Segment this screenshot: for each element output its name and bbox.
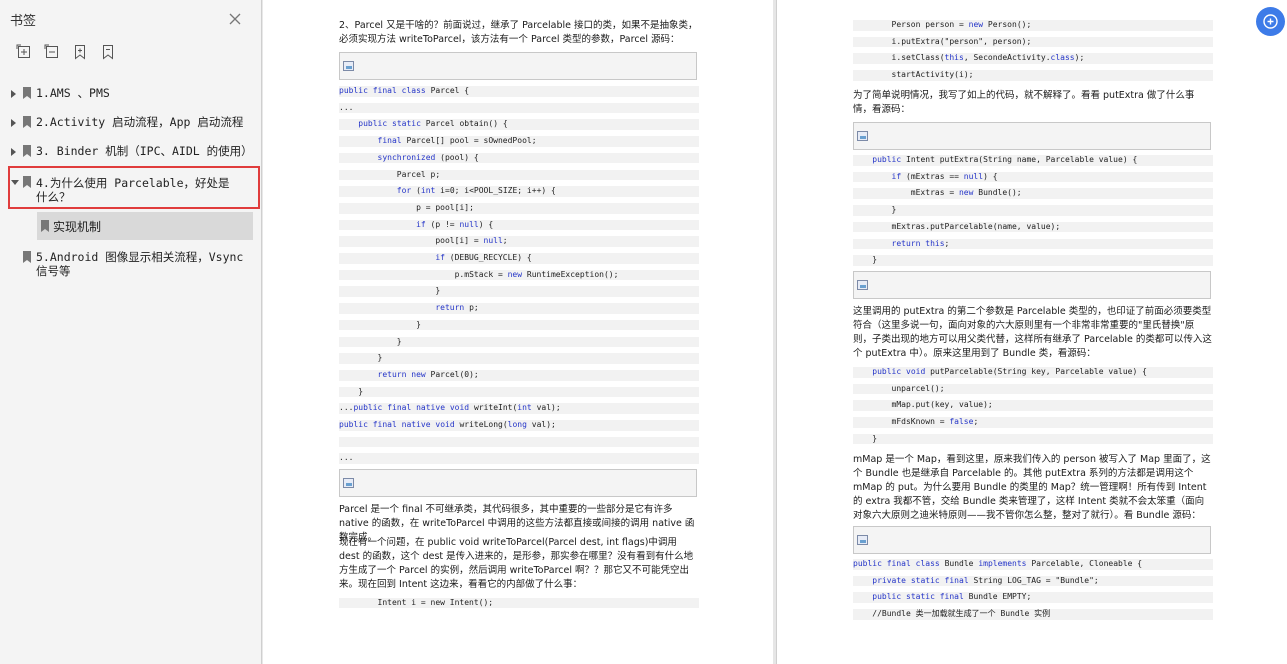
- code-line: mMap.put(key, value);: [853, 400, 1213, 412]
- image-icon: [343, 61, 354, 71]
- code-line: i.putExtra("person", person);: [853, 36, 1213, 48]
- image-placeholder: [339, 469, 697, 497]
- collapse-all-icon[interactable]: [44, 44, 62, 62]
- code-line: final Parcel[] pool = sOwnedPool;: [339, 136, 699, 147]
- code-line: i.setClass(this, SecondeActivity.class);: [853, 53, 1213, 65]
- bookmark-panel: 书签 1.AMS 、PMS 2.Activity 启动流程，App 启动流程 3…: [0, 0, 262, 664]
- expand-arrow-icon[interactable]: [11, 119, 16, 127]
- paragraph: 2、Parcel 又是干啥的？前面说过，继承了 Parcelable 接口的类，…: [339, 20, 698, 45]
- translate-button[interactable]: [1256, 7, 1285, 36]
- code-line: Parcel p;: [339, 169, 699, 181]
- document-page-1: 2、Parcel 又是干啥的？前面说过，继承了 Parcelable 接口的类，…: [263, 0, 773, 664]
- code-line: ...public final native void writeInt(int…: [339, 403, 699, 414]
- bookmark-label: 1.AMS 、PMS: [36, 86, 110, 100]
- image-placeholder: [853, 526, 1211, 554]
- code-line: }: [339, 286, 699, 298]
- translate-icon: [1263, 14, 1278, 29]
- code-line: return p;: [339, 303, 699, 314]
- image-icon: [857, 535, 868, 545]
- paragraph: 现在有一个问题，在 public void writeToParcel(Parc…: [339, 537, 694, 590]
- code-line: for (int i=0; i<POOL_SIZE; i++) {: [339, 186, 699, 197]
- close-icon[interactable]: [228, 11, 242, 25]
- code-line: }: [853, 433, 1213, 445]
- document-viewer[interactable]: 2、Parcel 又是干啥的？前面说过，继承了 Parcelable 接口的类，…: [263, 0, 1287, 664]
- bookmark-panel-header: 书签: [0, 0, 262, 36]
- code-line: [339, 436, 699, 448]
- code-line: }: [339, 319, 699, 331]
- image-icon: [343, 478, 354, 488]
- bookmark-icon: [41, 220, 49, 232]
- code-line: public void putParcelable(String key, Pa…: [853, 367, 1213, 378]
- image-placeholder: [853, 271, 1211, 299]
- code-line: return this;: [853, 238, 1213, 250]
- code-line: Intent i = new Intent();: [339, 598, 699, 608]
- code-line: public static final Bundle EMPTY;: [853, 592, 1213, 604]
- expand-arrow-icon[interactable]: [11, 148, 16, 156]
- bookmark-icon: [23, 116, 31, 128]
- bookmark-item-activity[interactable]: 2.Activity 启动流程，App 启动流程: [8, 115, 260, 131]
- bookmark-label: 2.Activity 启动流程，App 启动流程: [36, 115, 244, 129]
- code-line: unparcel();: [853, 383, 1213, 395]
- code-line: p = pool[i];: [339, 202, 699, 214]
- add-bookmark-icon[interactable]: [72, 44, 90, 62]
- code-line: }: [853, 255, 1213, 266]
- code-line: p.mStack = new RuntimeException();: [339, 269, 699, 281]
- code-line: ...: [339, 102, 699, 114]
- bookmark-label: 实现机制: [53, 220, 102, 234]
- image-placeholder: [339, 52, 697, 80]
- image-icon: [857, 131, 868, 141]
- code-line: public final class Bundle implements Par…: [853, 559, 1213, 570]
- expand-arrow-icon[interactable]: [11, 90, 16, 98]
- bookmark-label: 3. Binder 机制（IPC、AIDL 的使用）: [36, 144, 253, 158]
- code-text: Intent i = new Intent();: [339, 598, 494, 607]
- bookmark-item-ams-pms[interactable]: 1.AMS 、PMS: [8, 86, 260, 102]
- code-line: synchronized (pool) {: [339, 152, 699, 164]
- code-line: public final class Parcel {: [339, 86, 699, 97]
- code-line: public Intent putExtra(String name, Parc…: [853, 155, 1213, 166]
- code-line: if (DEBUG_RECYCLE) {: [339, 253, 699, 264]
- panel-title: 书签: [10, 14, 37, 29]
- code-line: startActivity(i);: [853, 70, 1213, 81]
- code-line: }: [853, 205, 1213, 216]
- document-page-2: Person person = new Person(); i.putExtra…: [776, 0, 1287, 664]
- bookmark-icon: [23, 251, 31, 263]
- paragraph: 这里调用的 putExtra 的第二个参数是 Parcelable 类型的，也印…: [853, 306, 1212, 359]
- bookmark-icon: [23, 145, 31, 157]
- code-line: public final native void writeLong(long …: [339, 420, 699, 431]
- image-placeholder: [853, 122, 1211, 150]
- bookmark-item-parcelable[interactable]: 4.为什么使用 Parcelable，好处是什么？: [8, 166, 260, 209]
- bookmark-item-android-display[interactable]: 5.Android 图像显示相关流程，Vsync 信号等: [8, 250, 260, 280]
- code-line: mExtras.putParcelable(name, value);: [853, 221, 1213, 233]
- code-line: }: [339, 386, 699, 398]
- bookmark-item-binder[interactable]: 3. Binder 机制（IPC、AIDL 的使用）: [8, 144, 260, 160]
- code-line: return new Parcel(0);: [339, 369, 699, 381]
- collapse-arrow-icon[interactable]: [11, 180, 19, 185]
- code-line: pool[i] = null;: [339, 236, 699, 247]
- code-line: ...: [339, 453, 699, 465]
- bookmark-label: 5.Android 图像显示相关流程，Vsync 信号等: [36, 250, 244, 278]
- code-line: //Bundle 类一加载就生成了一个 Bundle 实例: [853, 609, 1213, 620]
- code-line: mFdsKnown = false;: [853, 417, 1213, 428]
- code-line: }: [339, 336, 699, 348]
- bookmark-subitem-mechanism[interactable]: 实现机制: [37, 212, 253, 240]
- bookmark-icon: [23, 87, 31, 99]
- code-line: }: [339, 353, 699, 364]
- paragraph: 为了简单说明情况，我写了如上的代码，就不解释了。看看 putExtra 做了什么…: [853, 90, 1195, 115]
- image-icon: [857, 280, 868, 290]
- code-line: mExtras = new Bundle();: [853, 188, 1213, 200]
- code-line: Person person = new Person();: [853, 20, 1213, 31]
- code-line: private static final String LOG_TAG = "B…: [853, 575, 1213, 587]
- code-line: if (mExtras == null) {: [853, 171, 1213, 183]
- bookmark-label: 4.为什么使用 Parcelable，好处是什么？: [36, 176, 230, 204]
- code-line: public static Parcel obtain() {: [339, 119, 699, 131]
- bookmark-icon: [23, 176, 31, 188]
- code-line: if (p != null) {: [339, 219, 699, 231]
- bookmark-options-icon[interactable]: [100, 44, 118, 62]
- paragraph: mMap 是一个 Map，看到这里，原来我们传入的 person 被写入了 Ma…: [853, 454, 1211, 521]
- expand-all-icon[interactable]: [16, 44, 34, 62]
